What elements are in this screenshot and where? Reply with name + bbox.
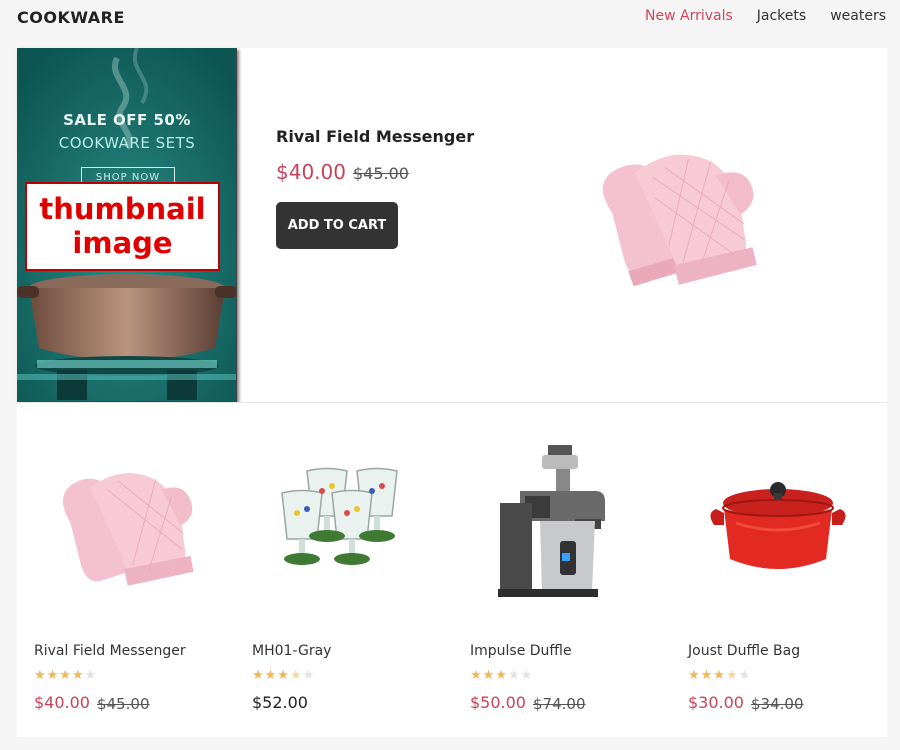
banner-headline: SALE OFF 50% — [63, 111, 191, 129]
top-header: COOKWARE New Arrivals Jackets weaters — [0, 0, 900, 40]
rating-stars: ★★★★★ — [252, 668, 316, 683]
oven-mitt-icon[interactable] — [34, 441, 214, 611]
add-to-cart-button[interactable]: ADD TO CART — [276, 202, 398, 249]
product-price: $40.00 — [34, 693, 90, 712]
product-price: $50.00 — [470, 693, 526, 712]
product-card[interactable]: Rival Field Messenger ★★★★★ $40.00 $45.0… — [17, 403, 235, 738]
hero-price: $40.00 — [276, 160, 346, 184]
nav-jackets[interactable]: Jackets — [757, 8, 806, 24]
nav-new-arrivals[interactable]: New Arrivals — [645, 8, 733, 24]
juicer-icon[interactable] — [470, 441, 650, 611]
hero-product-title[interactable]: Rival Field Messenger — [276, 127, 474, 146]
rating-stars: ★★★★★ — [34, 668, 98, 683]
dutch-oven-icon[interactable] — [688, 441, 868, 611]
product-name[interactable]: MH01-Gray — [252, 643, 331, 659]
product-name[interactable]: Impulse Duffle — [470, 643, 572, 659]
product-old-price: $45.00 — [97, 695, 150, 713]
hero-old-price: $45.00 — [353, 164, 409, 183]
featured-product-panel: SALE OFF 50% COOKWARE SETS SHOP NOW thum… — [17, 48, 887, 402]
glassware-icon[interactable] — [252, 441, 432, 611]
product-card[interactable]: MH01-Gray ★★★★★ $52.00 — [235, 403, 453, 738]
product-card[interactable]: Impulse Duffle ★★★★★ $50.00 $74.00 — [453, 403, 671, 738]
product-card[interactable]: Joust Duffle Bag ★★★★★ $30.00 $34.00 — [671, 403, 889, 738]
product-old-price: $34.00 — [751, 695, 804, 713]
product-price: $30.00 — [688, 693, 744, 712]
product-grid: Rival Field Messenger ★★★★★ $40.00 $45.0… — [17, 402, 887, 737]
product-old-price: $74.00 — [533, 695, 586, 713]
promo-banner[interactable]: SALE OFF 50% COOKWARE SETS SHOP NOW thum… — [17, 48, 237, 402]
brand-logo[interactable]: COOKWARE — [17, 8, 125, 27]
banner-subline: COOKWARE SETS — [58, 134, 196, 152]
nav-sweaters[interactable]: weaters — [830, 8, 886, 24]
oven-mitt-icon[interactable] — [585, 128, 785, 288]
rating-stars: ★★★★★ — [688, 668, 752, 683]
thumbnail-placeholder-label: thumbnail image — [25, 182, 220, 271]
product-price: $52.00 — [252, 693, 308, 712]
product-name[interactable]: Rival Field Messenger — [34, 643, 186, 659]
product-name[interactable]: Joust Duffle Bag — [688, 643, 800, 659]
main-nav: New Arrivals Jackets weaters — [621, 8, 886, 24]
rating-stars: ★★★★★ — [470, 668, 534, 683]
